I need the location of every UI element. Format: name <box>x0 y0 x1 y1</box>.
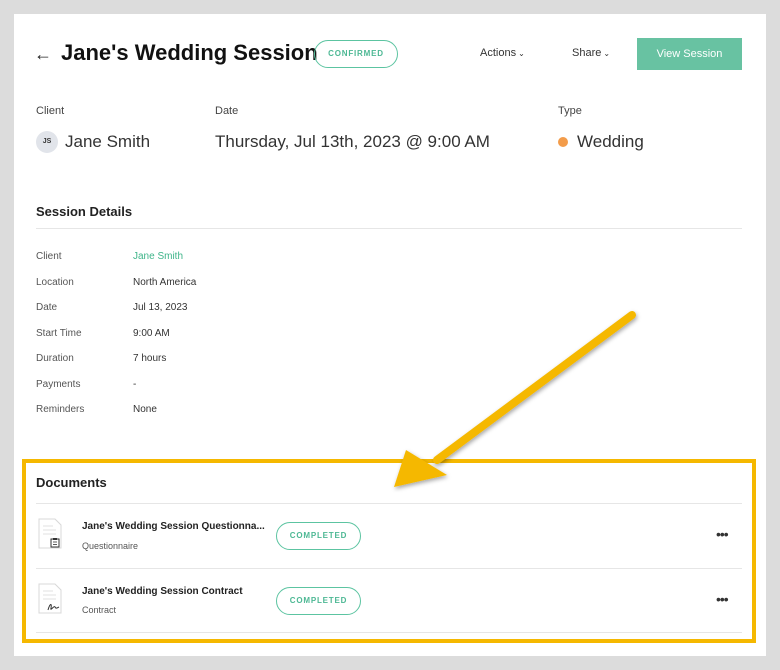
annotation-arrow-icon <box>394 311 636 487</box>
